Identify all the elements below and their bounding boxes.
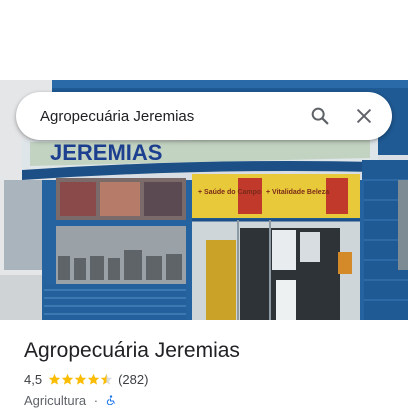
storefront-sign-text: JEREMIAS (50, 140, 162, 165)
search-icon (311, 107, 329, 125)
clear-search-button[interactable] (342, 94, 386, 138)
category-row: Agricultura · (24, 393, 116, 408)
search-input[interactable]: Agropecuária Jeremias (40, 108, 298, 125)
star-icon (61, 373, 74, 385)
rating-value: 4,5 (24, 372, 43, 387)
window-banner-text-1: + Saúde do Campo (198, 189, 261, 196)
rating-row[interactable]: 4,5 (282) (24, 372, 148, 387)
review-count[interactable]: (282) (118, 372, 148, 387)
search-button[interactable] (298, 94, 342, 138)
top-blank-area (0, 0, 408, 80)
star-icon (100, 373, 113, 385)
close-icon (357, 109, 371, 123)
place-category: Agricultura (24, 393, 87, 408)
wheelchair-icon (106, 395, 115, 405)
star-icon (74, 373, 87, 385)
place-name: Agropecuária Jeremias (24, 339, 240, 362)
place-info-panel: Agropecuária Jeremias 4,5 (282) Agricult… (0, 320, 408, 408)
window-banner-text-2: + Vitalidade Beleza (266, 189, 329, 196)
separator-dot: · (93, 393, 99, 408)
star-icon (87, 373, 100, 385)
rating-stars (48, 373, 113, 386)
search-bar[interactable]: Agropecuária Jeremias (16, 92, 392, 140)
star-icon (48, 373, 61, 385)
